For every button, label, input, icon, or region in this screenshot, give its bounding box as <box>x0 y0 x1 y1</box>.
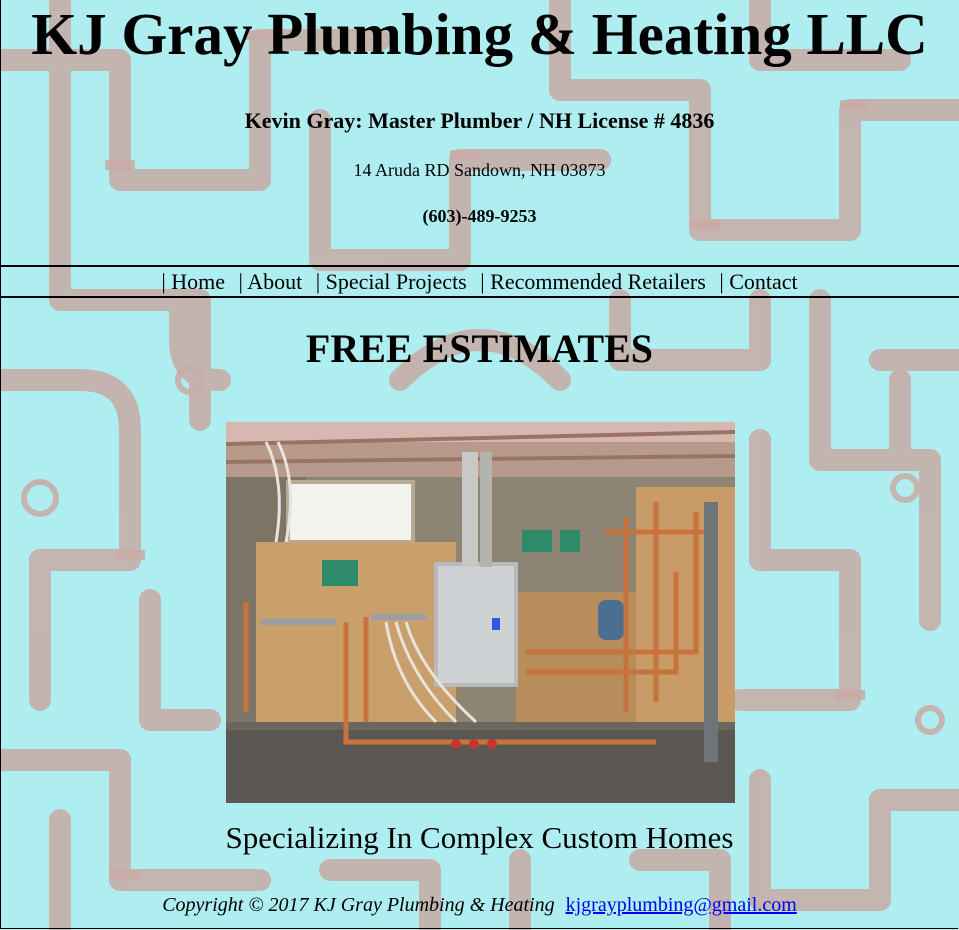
nav-link-recommended-retailers[interactable]: Recommended Retailers <box>490 269 706 294</box>
nav-link-contact[interactable]: Contact <box>729 269 797 294</box>
copyright-text: Copyright © 2017 KJ Gray Plumbing & Heat… <box>162 894 555 916</box>
nav-item-recommended-retailers: | Recommended Retailers <box>480 267 706 296</box>
nav-link-special-projects[interactable]: Special Projects <box>326 269 467 294</box>
email-link[interactable]: kjgrayplumbing@gmail.com <box>566 894 797 916</box>
boiler-room-photo <box>226 422 735 803</box>
nav-item-home: | Home <box>161 267 225 296</box>
footer: Copyright © 2017 KJ Gray Plumbing & Heat… <box>0 894 959 917</box>
address-text: 14 Aruda RD Sandown, NH 03873 <box>353 160 606 180</box>
nav-item-about: | About <box>239 267 303 296</box>
nav-separator: | <box>719 269 724 294</box>
tagline: Specializing In Complex Custom Homes <box>225 820 734 855</box>
nav-separator: | <box>315 269 321 294</box>
nav-item-special-projects: | Special Projects <box>316 267 467 296</box>
site-title: KJ Gray Plumbing & Heating LLC <box>31 1 928 67</box>
phone-number: (603)-489-9253 <box>422 206 537 226</box>
nav-separator: | <box>480 269 485 294</box>
license-subtitle: Kevin Gray: Master Plumber / NH License … <box>244 108 715 133</box>
nav-link-about[interactable]: About <box>247 269 302 294</box>
free-estimates-headline: FREE ESTIMATES <box>305 326 654 371</box>
nav-separator: | <box>238 269 243 294</box>
nav-link-home[interactable]: Home <box>171 269 225 294</box>
nav-item-contact: | Contact <box>719 267 797 296</box>
nav-separator: | <box>161 269 166 294</box>
main-nav: | Home | About | Special Projects | Reco… <box>0 265 959 298</box>
